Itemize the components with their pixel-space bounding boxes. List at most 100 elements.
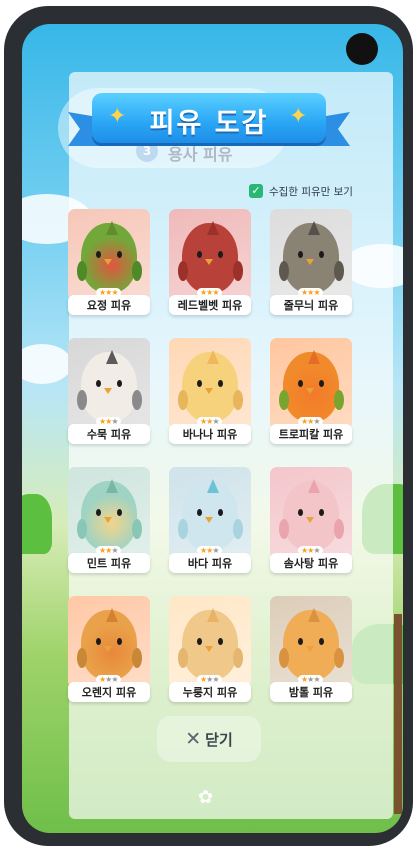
pet-eye <box>218 509 223 516</box>
star-icon: ★ <box>313 417 320 426</box>
star-rating: ★★★ <box>298 417 323 426</box>
pet-name-label: 트로피칼 피유 <box>270 424 352 444</box>
star-rating: ★★★ <box>197 675 222 684</box>
star-rating: ★★★ <box>298 675 323 684</box>
pet-eye <box>319 380 324 387</box>
pet-eye <box>319 638 324 645</box>
star-icon: ★ <box>111 546 118 555</box>
pet-card[interactable]: 요정 피유 ★★★ <box>68 209 150 317</box>
pet-eye <box>218 380 223 387</box>
collected-only-filter[interactable]: ✓ 수집한 피유만 보기 <box>249 183 353 199</box>
pet-eye <box>298 251 303 258</box>
pet-eye <box>298 380 303 387</box>
background-cloud <box>22 344 72 384</box>
star-rating: ★★★ <box>96 288 121 297</box>
pet-wing <box>77 390 87 410</box>
pet-card[interactable]: 밤톨 피유 ★★★ <box>270 596 352 704</box>
close-icon: ✕ <box>185 728 202 750</box>
pet-eye <box>197 509 202 516</box>
pet-name-label: 오렌지 피유 <box>68 682 150 702</box>
star-icon: ★ <box>313 675 320 684</box>
pet-name-label: 솜사탕 피유 <box>270 553 352 573</box>
pet-card[interactable]: 바다 피유 ★★★ <box>169 467 251 575</box>
pet-eye <box>218 251 223 258</box>
pet-wing <box>178 648 188 668</box>
pet-card[interactable]: 줄무늬 피유 ★★★ <box>270 209 352 317</box>
star-icon: ★ <box>313 288 320 297</box>
pet-wing <box>334 261 344 281</box>
pet-card[interactable]: 민트 피유 ★★★ <box>68 467 150 575</box>
pet-name-label: 민트 피유 <box>68 553 150 573</box>
pet-wing <box>279 648 289 668</box>
star-icon: ★ <box>111 675 118 684</box>
background-rank-badge: 3 <box>136 140 158 162</box>
pet-wing <box>178 390 188 410</box>
star-rating: ★★★ <box>96 417 121 426</box>
pet-card[interactable]: 레드벨벳 피유 ★★★ <box>169 209 251 317</box>
pet-name-label: 바다 피유 <box>169 553 251 573</box>
pet-eye <box>96 638 101 645</box>
filter-label: 수집한 피유만 보기 <box>269 185 353 198</box>
pet-eye <box>117 380 122 387</box>
pet-card[interactable]: 오렌지 피유 ★★★ <box>68 596 150 704</box>
pet-wing <box>334 390 344 410</box>
pet-name-label: 레드벨벳 피유 <box>169 295 251 315</box>
pet-wing <box>132 390 142 410</box>
pet-name-label: 바나나 피유 <box>169 424 251 444</box>
pet-wing <box>279 390 289 410</box>
pet-wing <box>279 519 289 539</box>
pet-eye <box>96 251 101 258</box>
checkbox-checked-icon[interactable]: ✓ <box>249 184 263 198</box>
close-button[interactable]: ✕ 닫기 <box>157 716 261 762</box>
star-icon: ★ <box>111 417 118 426</box>
pet-wing <box>334 648 344 668</box>
pet-eye <box>117 251 122 258</box>
star-rating: ★★★ <box>197 546 222 555</box>
background-tree-trunk <box>394 614 402 814</box>
pet-eye <box>117 509 122 516</box>
flower-decoration: ✿ <box>198 787 214 808</box>
star-icon: ★ <box>313 546 320 555</box>
star-rating: ★★★ <box>197 417 222 426</box>
pet-wing <box>233 648 243 668</box>
pet-wing <box>178 519 188 539</box>
pet-wing <box>132 261 142 281</box>
pet-wing <box>132 519 142 539</box>
pet-card[interactable]: 솜사탕 피유 ★★★ <box>270 467 352 575</box>
pet-wing <box>334 519 344 539</box>
pet-name-label: 밤톨 피유 <box>270 682 352 702</box>
star-rating: ★★★ <box>298 546 323 555</box>
pet-wing <box>233 519 243 539</box>
pet-wing <box>132 648 142 668</box>
pet-eye <box>96 380 101 387</box>
pet-wing <box>233 390 243 410</box>
star-rating: ★★★ <box>96 675 121 684</box>
pet-card[interactable]: 수묵 피유 ★★★ <box>68 338 150 446</box>
star-icon: ★ <box>212 675 219 684</box>
pet-eye <box>218 638 223 645</box>
star-rating: ★★★ <box>96 546 121 555</box>
pet-eye <box>319 251 324 258</box>
pet-eye <box>96 509 101 516</box>
star-icon: ★ <box>212 288 219 297</box>
pet-eye <box>197 380 202 387</box>
pet-name-label: 누룽지 피유 <box>169 682 251 702</box>
pet-eye <box>298 638 303 645</box>
background-bush <box>22 494 52 554</box>
pet-name-label: 요정 피유 <box>68 295 150 315</box>
star-icon: ★ <box>212 417 219 426</box>
pet-wing <box>77 519 87 539</box>
pet-card[interactable]: 누룽지 피유 ★★★ <box>169 596 251 704</box>
sparkle-icon: ✦ <box>289 104 308 129</box>
star-rating: ★★★ <box>298 288 323 297</box>
pet-name-label: 수묵 피유 <box>68 424 150 444</box>
pet-eye <box>197 638 202 645</box>
pet-card[interactable]: 트로피칼 피유 ★★★ <box>270 338 352 446</box>
star-icon: ★ <box>212 546 219 555</box>
pet-wing <box>77 261 87 281</box>
star-rating: ★★★ <box>197 288 222 297</box>
pet-eye <box>319 509 324 516</box>
pet-eye <box>197 251 202 258</box>
pet-card[interactable]: 바나나 피유 ★★★ <box>169 338 251 446</box>
pet-wing <box>77 648 87 668</box>
